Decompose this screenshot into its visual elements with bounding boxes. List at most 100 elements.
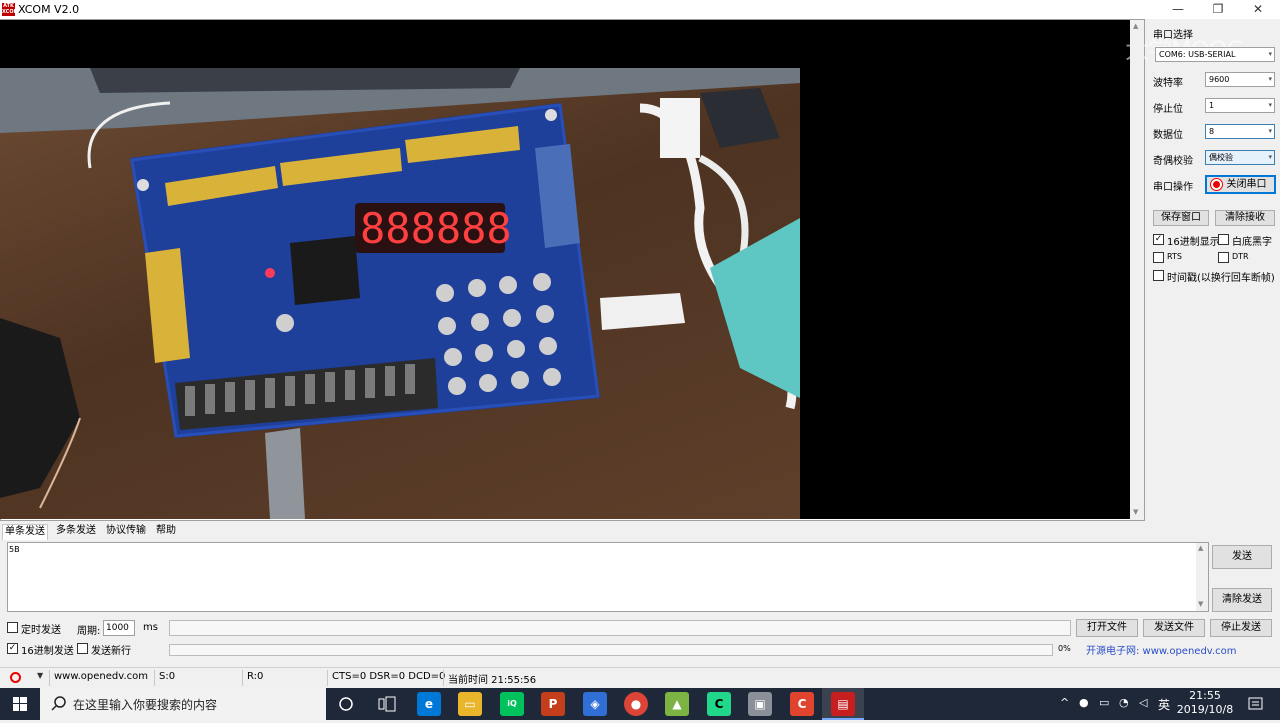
user-icon[interactable]: ● [1079,696,1089,709]
rts-checkbox[interactable] [1153,252,1164,263]
window-title: XCOM V2.0 [18,3,80,16]
clear-send-button[interactable]: 清除发送 [1212,588,1272,612]
parity-label: 奇偶校验 [1153,156,1193,167]
send-scrollbar[interactable]: ▲ ▼ [1196,543,1208,611]
powerpoint-icon[interactable]: P [541,692,565,716]
status-time: 当前时间 21:55:56 [448,675,537,686]
receive-scrollbar[interactable]: ▲ ▼ [1130,20,1144,520]
chevron-down-icon[interactable]: ▼ [37,671,43,680]
status-separator [242,670,243,686]
taskbar-search[interactable]: 在这里输入你要搜索的内容 [40,688,326,720]
port-op-label: 串口操作 [1153,182,1193,193]
timestamp-label: 时间戳(以换行回车断帧) [1167,273,1275,284]
tab-help[interactable]: 帮助 [154,524,178,540]
chrome-icon[interactable]: ● [624,692,648,716]
status-lines: CTS=0 DSR=0 DCD=0 [332,671,446,682]
chevron-down-icon: ▾ [1268,75,1272,83]
volume-icon[interactable]: ◁ [1139,696,1147,709]
chevron-down-icon: ▾ [1268,50,1272,58]
dtr-checkbox[interactable] [1218,252,1229,263]
ime-indicator[interactable]: 英 [1158,696,1170,713]
network-tray-icon[interactable]: ◔ [1119,696,1129,709]
timed-send-checkbox[interactable] [7,622,18,633]
send-textarea[interactable]: 5B ▲ ▼ [7,542,1209,612]
vm-icon[interactable]: ▣ [748,692,772,716]
baud-label: 波特率 [1153,78,1183,89]
clion-icon[interactable]: C [707,692,731,716]
stop-bits-label: 停止位 [1153,104,1183,115]
white-bg-label: 白底黑字 [1232,237,1272,248]
network-icon[interactable]: ◈ [583,692,607,716]
start-button[interactable] [0,688,40,720]
file-path-field[interactable] [169,620,1071,636]
device-icon[interactable]: ▭ [1099,696,1109,709]
status-separator [154,670,155,686]
port-label: 串口选择 [1153,30,1193,41]
scroll-up-arrow-icon[interactable]: ▲ [1133,22,1138,30]
send-tabs: 单条发送 多条发送 协议传输 帮助 [0,522,1280,540]
taskbar-clock[interactable]: 21:55 2019/10/8 [1175,689,1235,717]
tab-protocol[interactable]: 协议传输 [104,524,148,540]
status-separator [443,670,444,686]
parity-select[interactable]: 偶校验 ▾ [1205,150,1275,165]
active-app-highlight [822,688,864,720]
cortana-icon[interactable] [338,696,354,712]
white-bg-checkbox[interactable] [1218,234,1229,245]
open-file-button[interactable]: 打开文件 [1076,619,1138,637]
quartus-icon[interactable]: ▲ [665,692,689,716]
scroll-up-arrow-icon[interactable]: ▲ [1198,544,1203,552]
timestamp-checkbox[interactable] [1153,270,1164,281]
chevron-up-icon[interactable]: ^ [1060,696,1069,709]
hex-send-label: 16进制发送 [21,646,74,657]
iqiyi-icon[interactable]: iQ [500,692,524,716]
restore-button[interactable]: ❐ [1198,0,1238,19]
hex-display-checkbox[interactable]: ✓ [1153,234,1164,245]
title-bar: ATK XCOM XCOM V2.0 — ❐ ✕ [0,0,1280,19]
port-status-red-icon [1211,179,1222,190]
minimize-button[interactable]: — [1158,0,1198,19]
chevron-down-icon: ▾ [1268,101,1272,109]
app-icon[interactable]: C [790,692,814,716]
send-newline-checkbox[interactable] [77,643,88,654]
notification-icon[interactable] [1247,696,1265,712]
status-site[interactable]: www.openedv.com [54,671,148,682]
xcom-app-icon: ATK XCOM [2,3,19,16]
progress-percent: 0% [1058,644,1071,653]
scroll-down-arrow-icon[interactable]: ▼ [1198,600,1203,608]
settings-panel: 串口选择 COM6: USB-SERIAL ▾ 波特率 9600 ▾ 停止位 1 ▾ … [1147,20,1280,520]
close-button[interactable]: ✕ [1238,0,1278,19]
webcam-overlay-image: 888888 [0,68,800,519]
send-button[interactable]: 发送 [1212,545,1272,569]
baud-select[interactable]: 9600 ▾ [1205,72,1275,87]
edge-icon[interactable]: e [417,692,441,716]
hex-display-label: 16进制显示 [1167,237,1220,248]
svg-text:888888: 888888 [360,204,512,253]
chevron-down-icon: ▾ [1268,153,1272,161]
parity-value: 偶校验 [1209,153,1233,162]
clear-receive-button[interactable]: 清除接收 [1215,210,1275,226]
fpga-board-photo: 888888 [0,68,800,519]
stop-bits-select[interactable]: 1 ▾ [1205,98,1275,113]
port-select[interactable]: COM6: USB-SERIAL ▾ [1155,47,1275,62]
tab-single-send[interactable]: 单条发送 [2,524,48,540]
scroll-down-arrow-icon[interactable]: ▼ [1133,508,1138,516]
stop-send-button[interactable]: 停止发送 [1210,619,1272,637]
status-separator [327,670,328,686]
tab-multi-send[interactable]: 多条发送 [54,524,98,540]
website-link[interactable]: 开源电子网: www.openedv.com [1086,642,1236,657]
send-file-button[interactable]: 发送文件 [1143,619,1205,637]
status-separator [49,670,50,686]
clock-time: 21:55 [1189,689,1221,702]
stop-bits-value: 1 [1209,101,1215,110]
close-port-button[interactable]: 关闭串口 [1205,175,1276,194]
send-newline-label: 发送新行 [91,646,131,657]
period-input[interactable]: 1000 [103,620,135,636]
status-send-count: S:0 [159,671,176,682]
search-placeholder: 在这里输入你要搜索的内容 [73,698,218,712]
data-bits-select[interactable]: 8 ▾ [1205,124,1275,139]
hex-send-checkbox[interactable]: ✓ [7,643,18,654]
save-window-button[interactable]: 保存窗口 [1153,210,1209,226]
data-bits-value: 8 [1209,127,1215,136]
folder-icon[interactable]: ▭ [458,692,482,716]
taskview-icon[interactable] [378,696,396,712]
